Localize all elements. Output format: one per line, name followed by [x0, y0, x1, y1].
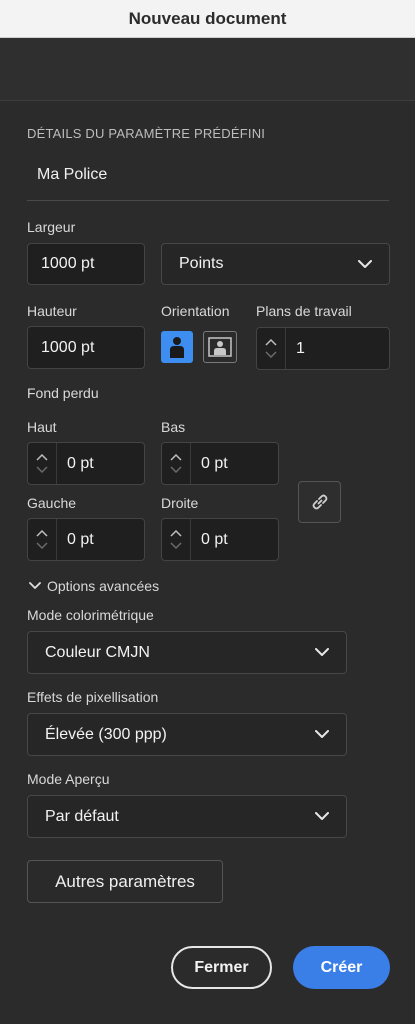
units-value: Points [179, 255, 224, 272]
chevron-up-icon[interactable] [169, 454, 183, 462]
bleed-right-spin-buttons[interactable] [162, 519, 191, 560]
bleed-bottom-value: 0 pt [201, 454, 228, 472]
artboards-label: Plans de travail [256, 303, 352, 319]
chevron-down-icon [29, 582, 41, 589]
divider [27, 200, 389, 201]
color-mode-dropdown[interactable]: Couleur CMJN [27, 631, 347, 674]
units-dropdown[interactable]: Points [161, 243, 390, 285]
orientation-label: Orientation [161, 303, 230, 319]
color-mode-label: Mode colorimétrique [27, 607, 154, 623]
raster-effects-dropdown[interactable]: Élevée (300 ppp) [27, 713, 347, 756]
preset-section-header: DÉTAILS DU PARAMÈTRE PRÉDÉFINI [27, 126, 266, 141]
width-input[interactable]: 1000 pt [27, 243, 145, 285]
bleed-bottom-spin-buttons[interactable] [162, 443, 191, 484]
create-button[interactable]: Créer [293, 946, 390, 989]
bleed-top-stepper[interactable]: 0 pt [27, 442, 145, 485]
height-input[interactable]: 1000 pt [27, 326, 145, 369]
chevron-down-icon [314, 809, 330, 825]
bleed-bottom-stepper[interactable]: 0 pt [161, 442, 279, 485]
artboards-spin-buttons[interactable] [257, 328, 286, 369]
advanced-options-toggle[interactable]: Options avancées [29, 578, 159, 594]
chevron-down-icon [314, 727, 330, 743]
window-title: Nouveau document [128, 8, 287, 28]
chevron-up-icon[interactable] [35, 454, 49, 462]
bleed-top-label: Haut [27, 419, 57, 435]
landscape-person-icon [208, 337, 232, 357]
chevron-down-icon[interactable] [264, 351, 278, 359]
link-bleed-button[interactable] [298, 481, 341, 523]
chevron-down-icon[interactable] [169, 466, 183, 474]
artboards-stepper[interactable]: 1 [256, 327, 390, 370]
bleed-right-value: 0 pt [201, 530, 228, 548]
bleed-left-stepper[interactable]: 0 pt [27, 518, 145, 561]
portrait-person-icon [170, 337, 184, 358]
bleed-right-stepper[interactable]: 0 pt [161, 518, 279, 561]
chevron-up-icon[interactable] [169, 530, 183, 538]
raster-effects-value: Élevée (300 ppp) [45, 725, 167, 743]
bleed-top-spin-buttons[interactable] [28, 443, 57, 484]
advanced-options-label: Options avancées [47, 578, 160, 594]
landscape-orientation-button[interactable] [203, 331, 237, 363]
color-mode-value: Couleur CMJN [45, 643, 150, 661]
artboards-value: 1 [296, 339, 305, 357]
preset-name-field[interactable]: Ma Police [37, 166, 107, 184]
close-button[interactable]: Fermer [171, 946, 272, 989]
chevron-down-icon [314, 645, 330, 661]
title-bar: Nouveau document [0, 0, 415, 38]
more-settings-button[interactable]: Autres paramètres [27, 860, 223, 903]
bleed-bottom-label: Bas [161, 419, 186, 435]
bleed-label: Fond perdu [27, 385, 99, 401]
header-band [0, 38, 415, 101]
raster-effects-label: Effets de pixellisation [27, 689, 159, 705]
height-value: 1000 pt [41, 338, 95, 356]
portrait-orientation-button[interactable] [161, 331, 193, 363]
bleed-left-spin-buttons[interactable] [28, 519, 57, 560]
bleed-left-value: 0 pt [67, 530, 94, 548]
chevron-up-icon[interactable] [35, 530, 49, 538]
chevron-down-icon[interactable] [35, 466, 49, 474]
bleed-right-label: Droite [161, 495, 199, 511]
chevron-up-icon[interactable] [264, 339, 278, 347]
preview-mode-label: Mode Aperçu [27, 771, 110, 787]
width-label: Largeur [27, 219, 76, 235]
chevron-down-icon[interactable] [35, 542, 49, 550]
preview-mode-dropdown[interactable]: Par défaut [27, 795, 347, 838]
chevron-down-icon[interactable] [169, 542, 183, 550]
chevron-down-icon [357, 256, 373, 272]
width-value: 1000 pt [41, 255, 95, 272]
preview-mode-value: Par défaut [45, 807, 119, 825]
height-label: Hauteur [27, 303, 77, 319]
bleed-top-value: 0 pt [67, 454, 94, 472]
link-icon [312, 494, 327, 510]
bleed-left-label: Gauche [27, 495, 77, 511]
